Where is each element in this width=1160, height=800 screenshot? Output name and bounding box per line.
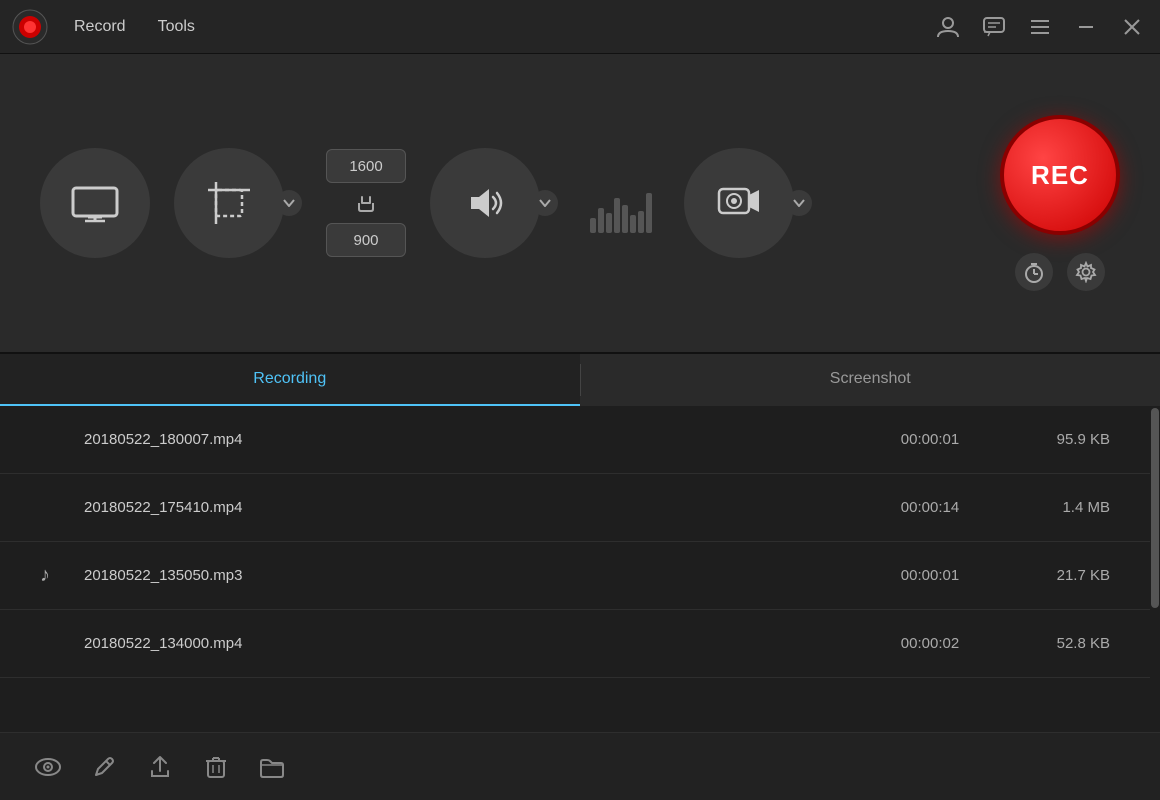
tab-recording[interactable]: Recording	[0, 354, 580, 406]
menu-bar: Record Tools	[60, 12, 932, 42]
volume-meter	[582, 173, 660, 233]
resolution-group: 1600 900	[326, 149, 406, 257]
rec-button[interactable]: REC	[1000, 115, 1120, 235]
menu-record[interactable]: Record	[60, 12, 140, 42]
scrollbar-thumb[interactable]	[1151, 408, 1159, 608]
app-logo	[12, 9, 48, 45]
menu-tools[interactable]: Tools	[144, 12, 209, 42]
file-name: 20180522_134000.mp4	[84, 635, 850, 652]
share-btn[interactable]	[142, 749, 178, 785]
content-area: 1600 900	[0, 54, 1160, 800]
crop-area-group	[174, 148, 302, 258]
audio-file-icon: ♪	[40, 564, 64, 587]
rec-label: REC	[1031, 160, 1089, 191]
file-size: 21.7 KB	[1010, 567, 1110, 584]
height-input[interactable]: 900	[326, 223, 406, 257]
window-actions	[932, 11, 1148, 43]
vol-bar-2	[598, 208, 604, 233]
timer-icon-btn[interactable]	[1015, 253, 1053, 291]
vol-bar-8	[646, 193, 652, 233]
account-icon-btn[interactable]	[932, 11, 964, 43]
bottom-toolbar	[0, 732, 1160, 800]
file-row[interactable]: 20180522_180007.mp4 00:00:01 95.9 KB	[0, 406, 1150, 474]
vol-bar-5	[622, 205, 628, 233]
file-duration: 00:00:02	[870, 635, 990, 652]
crop-dropdown-arrow[interactable]	[276, 190, 302, 216]
list-section: Recording Screenshot 20180522_180007.mp4…	[0, 354, 1160, 800]
minimize-btn[interactable]	[1070, 11, 1102, 43]
tab-screenshot[interactable]: Screenshot	[581, 354, 1160, 406]
webcam-group	[684, 148, 812, 258]
file-duration: 00:00:14	[870, 499, 990, 516]
vol-bar-6	[630, 215, 636, 233]
file-list-wrapper: 20180522_180007.mp4 00:00:01 95.9 KB 201…	[0, 406, 1160, 732]
audio-group	[430, 148, 558, 258]
file-duration: 00:00:01	[870, 431, 990, 448]
hamburger-icon-btn[interactable]	[1024, 11, 1056, 43]
crop-btn[interactable]	[174, 148, 284, 258]
rec-bottom-icons	[1015, 253, 1105, 291]
link-icon	[352, 189, 380, 217]
settings-icon-btn[interactable]	[1067, 253, 1105, 291]
scrollbar-track[interactable]	[1150, 406, 1160, 732]
open-folder-btn[interactable]	[254, 749, 290, 785]
file-name: 20180522_180007.mp4	[84, 431, 850, 448]
controls-area: 1600 900	[0, 54, 1160, 354]
audio-btn[interactable]	[430, 148, 540, 258]
file-row[interactable]: ♪ 20180522_135050.mp3 00:00:01 21.7 KB	[0, 542, 1150, 610]
file-size: 95.9 KB	[1010, 431, 1110, 448]
file-row[interactable]: 20180522_134000.mp4 00:00:02 52.8 KB	[0, 610, 1150, 678]
delete-btn[interactable]	[198, 749, 234, 785]
edit-btn[interactable]	[86, 749, 122, 785]
file-duration: 00:00:01	[870, 567, 990, 584]
vol-bar-1	[590, 218, 596, 233]
rec-area: REC	[1000, 115, 1120, 291]
file-name: 20180522_135050.mp3	[84, 567, 850, 584]
titlebar: Record Tools	[0, 0, 1160, 54]
close-btn[interactable]	[1116, 11, 1148, 43]
file-size: 52.8 KB	[1010, 635, 1110, 652]
vol-bar-4	[614, 198, 620, 233]
screen-capture-btn[interactable]	[40, 148, 150, 258]
chat-icon-btn[interactable]	[978, 11, 1010, 43]
file-size: 1.4 MB	[1010, 499, 1110, 516]
vol-bar-7	[638, 211, 644, 233]
width-input[interactable]: 1600	[326, 149, 406, 183]
audio-dropdown-arrow[interactable]	[532, 190, 558, 216]
file-list-panel: 20180522_180007.mp4 00:00:01 95.9 KB 201…	[0, 406, 1150, 732]
webcam-dropdown-arrow[interactable]	[786, 190, 812, 216]
webcam-btn[interactable]	[684, 148, 794, 258]
tabs-bar: Recording Screenshot	[0, 354, 1160, 406]
file-row[interactable]: 20180522_175410.mp4 00:00:14 1.4 MB	[0, 474, 1150, 542]
vol-bar-3	[606, 213, 612, 233]
preview-btn[interactable]	[30, 749, 66, 785]
file-name: 20180522_175410.mp4	[84, 499, 850, 516]
